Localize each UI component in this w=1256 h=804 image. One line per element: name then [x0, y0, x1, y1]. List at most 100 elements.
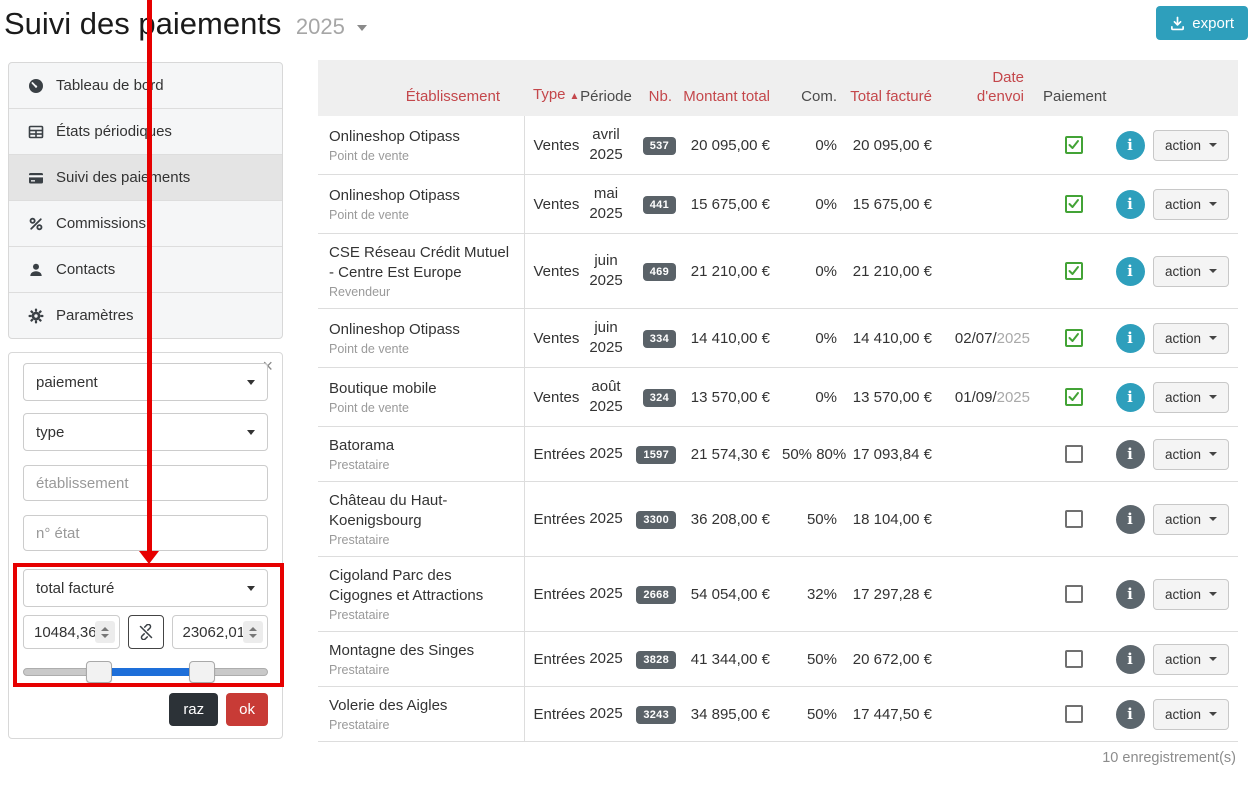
- chevron-down-icon: [1209, 712, 1217, 716]
- paiement-filter-select[interactable]: paiement: [23, 363, 268, 401]
- action-button[interactable]: action: [1153, 130, 1229, 161]
- sidebar-item-label: Suivi des paiements: [56, 169, 190, 186]
- range-max-input[interactable]: [173, 624, 253, 641]
- year-selector[interactable]: 2025: [296, 14, 367, 40]
- sidebar-item-suivi-des-paiements[interactable]: Suivi des paiements: [9, 155, 282, 201]
- action-button[interactable]: action: [1153, 699, 1229, 730]
- date-envoi-daymonth: 02/07/: [955, 330, 997, 347]
- reset-button[interactable]: raz: [169, 693, 218, 726]
- paiement-checkbox[interactable]: [1065, 329, 1083, 347]
- header-montant-total[interactable]: Montant total: [678, 60, 782, 116]
- info-icon[interactable]: i: [1116, 131, 1145, 160]
- numero-etat-filter-input[interactable]: [23, 515, 268, 551]
- action-button[interactable]: action: [1153, 256, 1229, 287]
- range-field-select[interactable]: total facturé: [23, 569, 268, 607]
- sidebar-item-contacts[interactable]: Contacts: [9, 247, 282, 293]
- action-button[interactable]: action: [1153, 579, 1229, 610]
- paiement-checkbox[interactable]: [1065, 388, 1083, 406]
- paiement-checkbox[interactable]: [1065, 136, 1083, 154]
- export-button[interactable]: export: [1156, 6, 1248, 40]
- periode-cell: 2025: [580, 687, 632, 742]
- sidebar-item-tableau-de-bord[interactable]: Tableau de bord: [9, 63, 282, 109]
- info-icon[interactable]: i: [1116, 383, 1145, 412]
- payments-table-section: Établissement Type▲ Période Nb. Montant …: [318, 60, 1238, 766]
- info-icon[interactable]: i: [1116, 440, 1145, 469]
- credit-card-icon: [27, 169, 44, 186]
- type-cell: Ventes: [524, 368, 580, 427]
- paiement-checkbox[interactable]: [1065, 510, 1083, 528]
- range-slider[interactable]: [23, 661, 268, 683]
- info-icon[interactable]: i: [1116, 324, 1145, 353]
- chevron-down-icon: [1209, 143, 1217, 147]
- header-com[interactable]: Com.: [782, 60, 846, 116]
- action-button[interactable]: action: [1153, 323, 1229, 354]
- slider-handle-min[interactable]: [86, 661, 112, 683]
- info-icon[interactable]: i: [1116, 190, 1145, 219]
- header-info-spacer: [1110, 60, 1150, 116]
- sidebar-item-label: Paramètres: [56, 307, 134, 324]
- table-row: Onlineshop Otipass Point de vente Ventes…: [318, 116, 1238, 175]
- etablissement-name: Boutique mobile: [329, 379, 516, 399]
- sidebar-item-param-tres[interactable]: Paramètres: [9, 293, 282, 338]
- chevron-down-icon: [247, 380, 255, 385]
- montant-total-cell: 13 570,00 €: [678, 368, 782, 427]
- record-count: 10 enregistrement(s): [318, 742, 1238, 766]
- total-facture-cell: 14 410,00 €: [846, 309, 942, 368]
- paiement-checkbox[interactable]: [1065, 195, 1083, 213]
- range-min-input[interactable]: [24, 624, 104, 641]
- paiement-checkbox[interactable]: [1065, 650, 1083, 668]
- header-periode[interactable]: Période: [580, 60, 632, 116]
- type-cell: Ventes: [524, 175, 580, 234]
- paiement-checkbox[interactable]: [1065, 262, 1083, 280]
- etablissement-category: Prestataire: [329, 533, 516, 547]
- unlink-button[interactable]: [128, 615, 164, 649]
- info-icon[interactable]: i: [1116, 257, 1145, 286]
- paiement-checkbox[interactable]: [1065, 705, 1083, 723]
- ok-button[interactable]: ok: [226, 693, 268, 726]
- info-icon[interactable]: i: [1116, 505, 1145, 534]
- table-row: Onlineshop Otipass Point de vente Ventes…: [318, 309, 1238, 368]
- table-row: Château du Haut-Koenigsbourg Prestataire…: [318, 482, 1238, 557]
- range-inputs-row: [23, 615, 268, 649]
- chevron-down-icon: [247, 430, 255, 435]
- com-cell: 32%: [782, 557, 846, 632]
- header-etablissement[interactable]: Établissement: [318, 60, 524, 116]
- slider-handle-max[interactable]: [189, 661, 215, 683]
- info-icon[interactable]: i: [1116, 580, 1145, 609]
- etablissement-category: Prestataire: [329, 458, 516, 472]
- action-button[interactable]: action: [1153, 439, 1229, 470]
- nb-badge: 1597: [636, 446, 676, 464]
- chevron-down-icon: [247, 586, 255, 591]
- download-icon: [1170, 16, 1185, 31]
- header-date-envoi[interactable]: Date d'envoi: [942, 60, 1038, 116]
- header-nb[interactable]: Nb.: [632, 60, 678, 116]
- etablissement-name: Cigoland Parc des Cigognes et Attraction…: [329, 566, 516, 606]
- page-header: Suivi des paiements 2025: [4, 0, 367, 56]
- info-icon[interactable]: i: [1116, 700, 1145, 729]
- page-title: Suivi des paiements: [4, 6, 281, 42]
- stepper-arrows[interactable]: [95, 621, 115, 643]
- user-icon: [27, 261, 44, 278]
- paiement-checkbox[interactable]: [1065, 585, 1083, 603]
- montant-total-cell: 21 574,30 €: [678, 427, 782, 482]
- etablissement-category: Prestataire: [329, 608, 516, 622]
- com-cell: 0%: [782, 175, 846, 234]
- type-cell: Entrées: [524, 687, 580, 742]
- sidebar-item--tats-p-riodiques[interactable]: États périodiques: [9, 109, 282, 155]
- sidebar-item-label: Contacts: [56, 261, 115, 278]
- paiement-checkbox[interactable]: [1065, 445, 1083, 463]
- sidebar-item-label: Tableau de bord: [56, 77, 164, 94]
- action-button[interactable]: action: [1153, 644, 1229, 675]
- type-filter-select[interactable]: type: [23, 413, 268, 451]
- chevron-down-icon: [1209, 395, 1217, 399]
- header-paiement[interactable]: Paiement: [1038, 60, 1110, 116]
- sidebar-item-commissions[interactable]: Commissions: [9, 201, 282, 247]
- etablissement-filter-input[interactable]: [23, 465, 268, 501]
- header-total-facture[interactable]: Total facturé: [846, 60, 942, 116]
- header-type[interactable]: Type▲: [524, 60, 580, 116]
- action-button[interactable]: action: [1153, 504, 1229, 535]
- stepper-arrows[interactable]: [243, 621, 263, 643]
- action-button[interactable]: action: [1153, 189, 1229, 220]
- action-button[interactable]: action: [1153, 382, 1229, 413]
- info-icon[interactable]: i: [1116, 645, 1145, 674]
